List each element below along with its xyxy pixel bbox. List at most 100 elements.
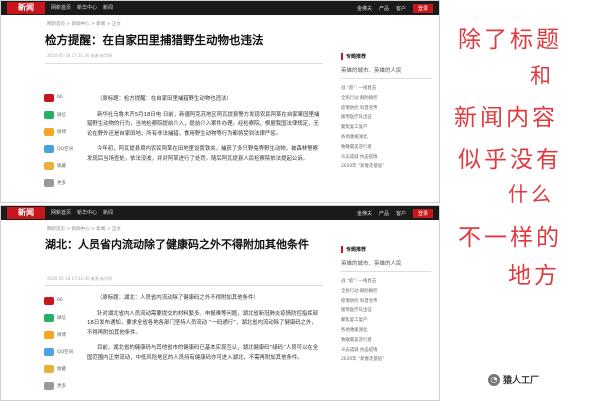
site-logo[interactable]: 新闻 xyxy=(7,207,45,219)
page-title: 检方提醒：在自家田里捕猎野生动物也违法 xyxy=(45,33,264,47)
qzone-icon xyxy=(44,144,54,153)
share-item[interactable]: QQ空间 xyxy=(44,343,78,360)
header-link[interactable]: 金佛夫 xyxy=(357,210,372,217)
article-paragraph: 针对湖北省内人员流动需要提交的材料繁多、申报难等问题，湖北省新冠肺炎疫情防控指挥… xyxy=(87,310,319,336)
annotation-line: 什么 xyxy=(508,182,554,206)
share-item[interactable]: 微博 xyxy=(44,123,78,140)
header-nav: 网新首页 新华中心 新闻 xyxy=(51,1,113,15)
site-header: 新闻 网新首页 新华中心 新闻 金佛夫 产品 客户 登录 xyxy=(1,206,439,220)
wechat-icon xyxy=(44,313,54,322)
sidebar-item[interactable]: 致敬最美逆行者 xyxy=(341,143,431,153)
header-link[interactable]: 产品 xyxy=(379,5,389,12)
nav-link[interactable]: 新闻 xyxy=(103,1,113,15)
sidebar-list: 战 “疫”· 一线直击 全民行动 群防群控 疫情防控 科普宣传 援鄂医疗队出征 … xyxy=(341,84,431,172)
header-link[interactable]: 客户 xyxy=(396,210,406,217)
share-bar: 66 微信 微博 QQ空间 收藏 更多 xyxy=(44,292,78,394)
more-icon xyxy=(44,178,54,187)
share-item[interactable]: 收藏 xyxy=(44,157,78,174)
comment-icon xyxy=(44,93,54,102)
sidebar-item[interactable]: 聚焦复工复产 xyxy=(341,123,431,133)
share-bar: 66 微信 微博 QQ空间 收藏 更多 xyxy=(44,89,78,191)
page-title: 湖北：人员省内流动除了健康码之外不得附加其他条件 xyxy=(45,238,309,251)
sidebar-item[interactable]: 战 “疫”· 一线直击 xyxy=(341,84,431,94)
sidebar-item[interactable]: 战 “疫”· 一线直击 xyxy=(341,277,431,287)
nav-link[interactable]: 新闻 xyxy=(103,206,113,220)
sidebar: 专题推荐 英雄的城市、英雄的人民 战 “疫”· 一线直击 全民行动 群防群控 疫… xyxy=(341,246,431,365)
wechat-logo-icon: ◔ xyxy=(488,373,500,386)
share-item[interactable]: 66 xyxy=(44,292,78,309)
article-paragraph: （原标题：湖北：人员省内流动除了健康码之外不得附加其他条件） xyxy=(97,295,259,301)
article-body: （原标题：检方提醒：在自家田里捕猎野生动物也违法） 新华社乌鲁木齐5月18日电 … xyxy=(87,95,321,171)
sidebar-item[interactable]: 全民行动 群防群控 xyxy=(341,94,431,104)
more-icon xyxy=(44,381,54,390)
annotation-line: 不一样的 xyxy=(458,225,562,251)
annotation-line: 新闻内容 xyxy=(454,105,558,131)
share-item[interactable]: 更多 xyxy=(44,174,78,191)
article-meta: 2020-05-18 17:31:30 来源 新华网 xyxy=(47,276,113,281)
favorite-icon xyxy=(44,161,54,170)
share-item[interactable]: 更多 xyxy=(44,377,78,394)
share-item[interactable]: QQ空间 xyxy=(44,140,78,157)
annotation-line: 地方 xyxy=(508,263,560,289)
sidebar-item[interactable]: 疫情防控 科普宣传 xyxy=(341,104,431,114)
article-screenshot-bottom: 新闻 网新首页 新华中心 新闻 金佛夫 产品 客户 登录 网新首页 > 新闻中心… xyxy=(0,205,440,401)
sidebar-item[interactable]: 众志成城 抗击疫情 xyxy=(341,346,431,356)
nav-link[interactable]: 新华中心 xyxy=(77,206,97,220)
sidebar-item[interactable]: 援鄂医疗队出征 xyxy=(341,113,431,123)
article-paragraph: （原标题：检方提醒：在自家田里捕猎野生动物也违法） xyxy=(97,96,232,102)
sidebar: 专题推荐 英雄的城市、英雄的人民 战 “疫”· 一线直击 全民行动 群防群控 疫… xyxy=(341,53,431,172)
sidebar-item[interactable]: 致敬最美逆行者 xyxy=(341,336,431,346)
share-item[interactable]: 收藏 xyxy=(44,360,78,377)
share-item[interactable]: 66 xyxy=(44,89,78,106)
share-item[interactable]: 微信 xyxy=(44,106,78,123)
header-right: 金佛夫 产品 客户 登录 xyxy=(357,206,433,220)
divider xyxy=(45,63,323,64)
header-nav: 网新首页 新华中心 新闻 xyxy=(51,206,113,220)
sidebar-topic[interactable]: 英雄的城市、英雄的人民 xyxy=(341,66,431,79)
qzone-icon xyxy=(44,347,54,356)
header-link[interactable]: 客户 xyxy=(396,5,406,12)
article-paragraph: 新华社乌鲁木齐5月18日电 日前，新疆阿克苏地区阿瓦提县警方发现农民阿某在自家果… xyxy=(87,111,320,137)
annotation-line: 和 xyxy=(530,64,554,88)
sidebar-item[interactable]: 疫情防控 科普宣传 xyxy=(341,297,431,307)
nav-link[interactable]: 网新首页 xyxy=(51,206,71,220)
header-link[interactable]: 产品 xyxy=(379,210,389,217)
header-link[interactable]: 金佛夫 xyxy=(357,5,372,12)
watermark: ◔ 猿人工厂 xyxy=(488,373,539,386)
article-paragraph: 目前，湖北省的健康码与其他省市的健康码已基本实现互认，湖北健康码“绿码”人员可以… xyxy=(87,345,319,361)
sidebar-item[interactable]: 聚焦复工复产 xyxy=(341,316,431,326)
login-button[interactable]: 登录 xyxy=(412,3,433,13)
wechat-icon xyxy=(44,110,54,119)
sidebar-item[interactable]: 全民行动 群防群控 xyxy=(341,287,431,297)
breadcrumb[interactable]: 网新首页 > 新闻中心 > 新闻 > 正文 xyxy=(47,226,121,232)
weibo-icon xyxy=(44,127,54,136)
article-meta: 2020-05-18 17:31:30 来源 新华网 xyxy=(47,53,113,58)
sidebar-item[interactable]: 各地驰援湖北 xyxy=(341,326,431,336)
sidebar-item[interactable]: 众志成城 抗击疫情 xyxy=(341,153,431,163)
breadcrumb[interactable]: 网新首页 > 新闻中心 > 新闻 > 正文 xyxy=(47,21,121,27)
annotation-line: 似乎没有 xyxy=(458,147,562,173)
login-button[interactable]: 登录 xyxy=(412,208,433,218)
sidebar-list: 战 “疫”· 一线直击 全民行动 群防群控 疫情防控 科普宣传 援鄂医疗队出征 … xyxy=(341,277,431,365)
sidebar-topic[interactable]: 英雄的城市、英雄的人民 xyxy=(341,259,431,272)
comment-icon xyxy=(44,296,54,305)
header-right: 金佛夫 产品 客户 登录 xyxy=(357,1,433,15)
nav-link[interactable]: 网新首页 xyxy=(51,1,71,15)
site-header: 新闻 网新首页 新华中心 新闻 金佛夫 产品 客户 登录 xyxy=(1,1,439,15)
article-paragraph: 今年初，阿瓦提县境内农民阿某在田地里设置铁夹，捕获了多只野兔等野生动物，被森林警… xyxy=(87,146,319,162)
site-logo[interactable]: 新闻 xyxy=(7,2,45,14)
annotation-line: 除了标题 xyxy=(458,27,562,53)
favorite-icon xyxy=(44,364,54,373)
share-item[interactable]: 微博 xyxy=(44,326,78,343)
share-item[interactable]: 微信 xyxy=(44,309,78,326)
sidebar-item[interactable]: 各地驰援湖北 xyxy=(341,133,431,143)
sidebar-item[interactable]: 援鄂医疗队出征 xyxy=(341,306,431,316)
weibo-icon xyxy=(44,330,54,339)
sidebar-item[interactable]: 2020年 “新春走基层” xyxy=(341,355,431,365)
article-body: （原标题：湖北：人员省内流动除了健康码之外不得附加其他条件） 针对湖北省内人员流… xyxy=(87,294,321,370)
nav-link[interactable]: 新华中心 xyxy=(77,1,97,15)
article-screenshot-top: 新闻 网新首页 新华中心 新闻 金佛夫 产品 客户 登录 网新首页 > 新闻中心… xyxy=(0,0,440,203)
watermark-text: 猿人工厂 xyxy=(503,376,540,386)
sidebar-title: 专题推荐 xyxy=(341,246,431,253)
sidebar-item[interactable]: 2020年 “新春走基层” xyxy=(341,162,431,172)
